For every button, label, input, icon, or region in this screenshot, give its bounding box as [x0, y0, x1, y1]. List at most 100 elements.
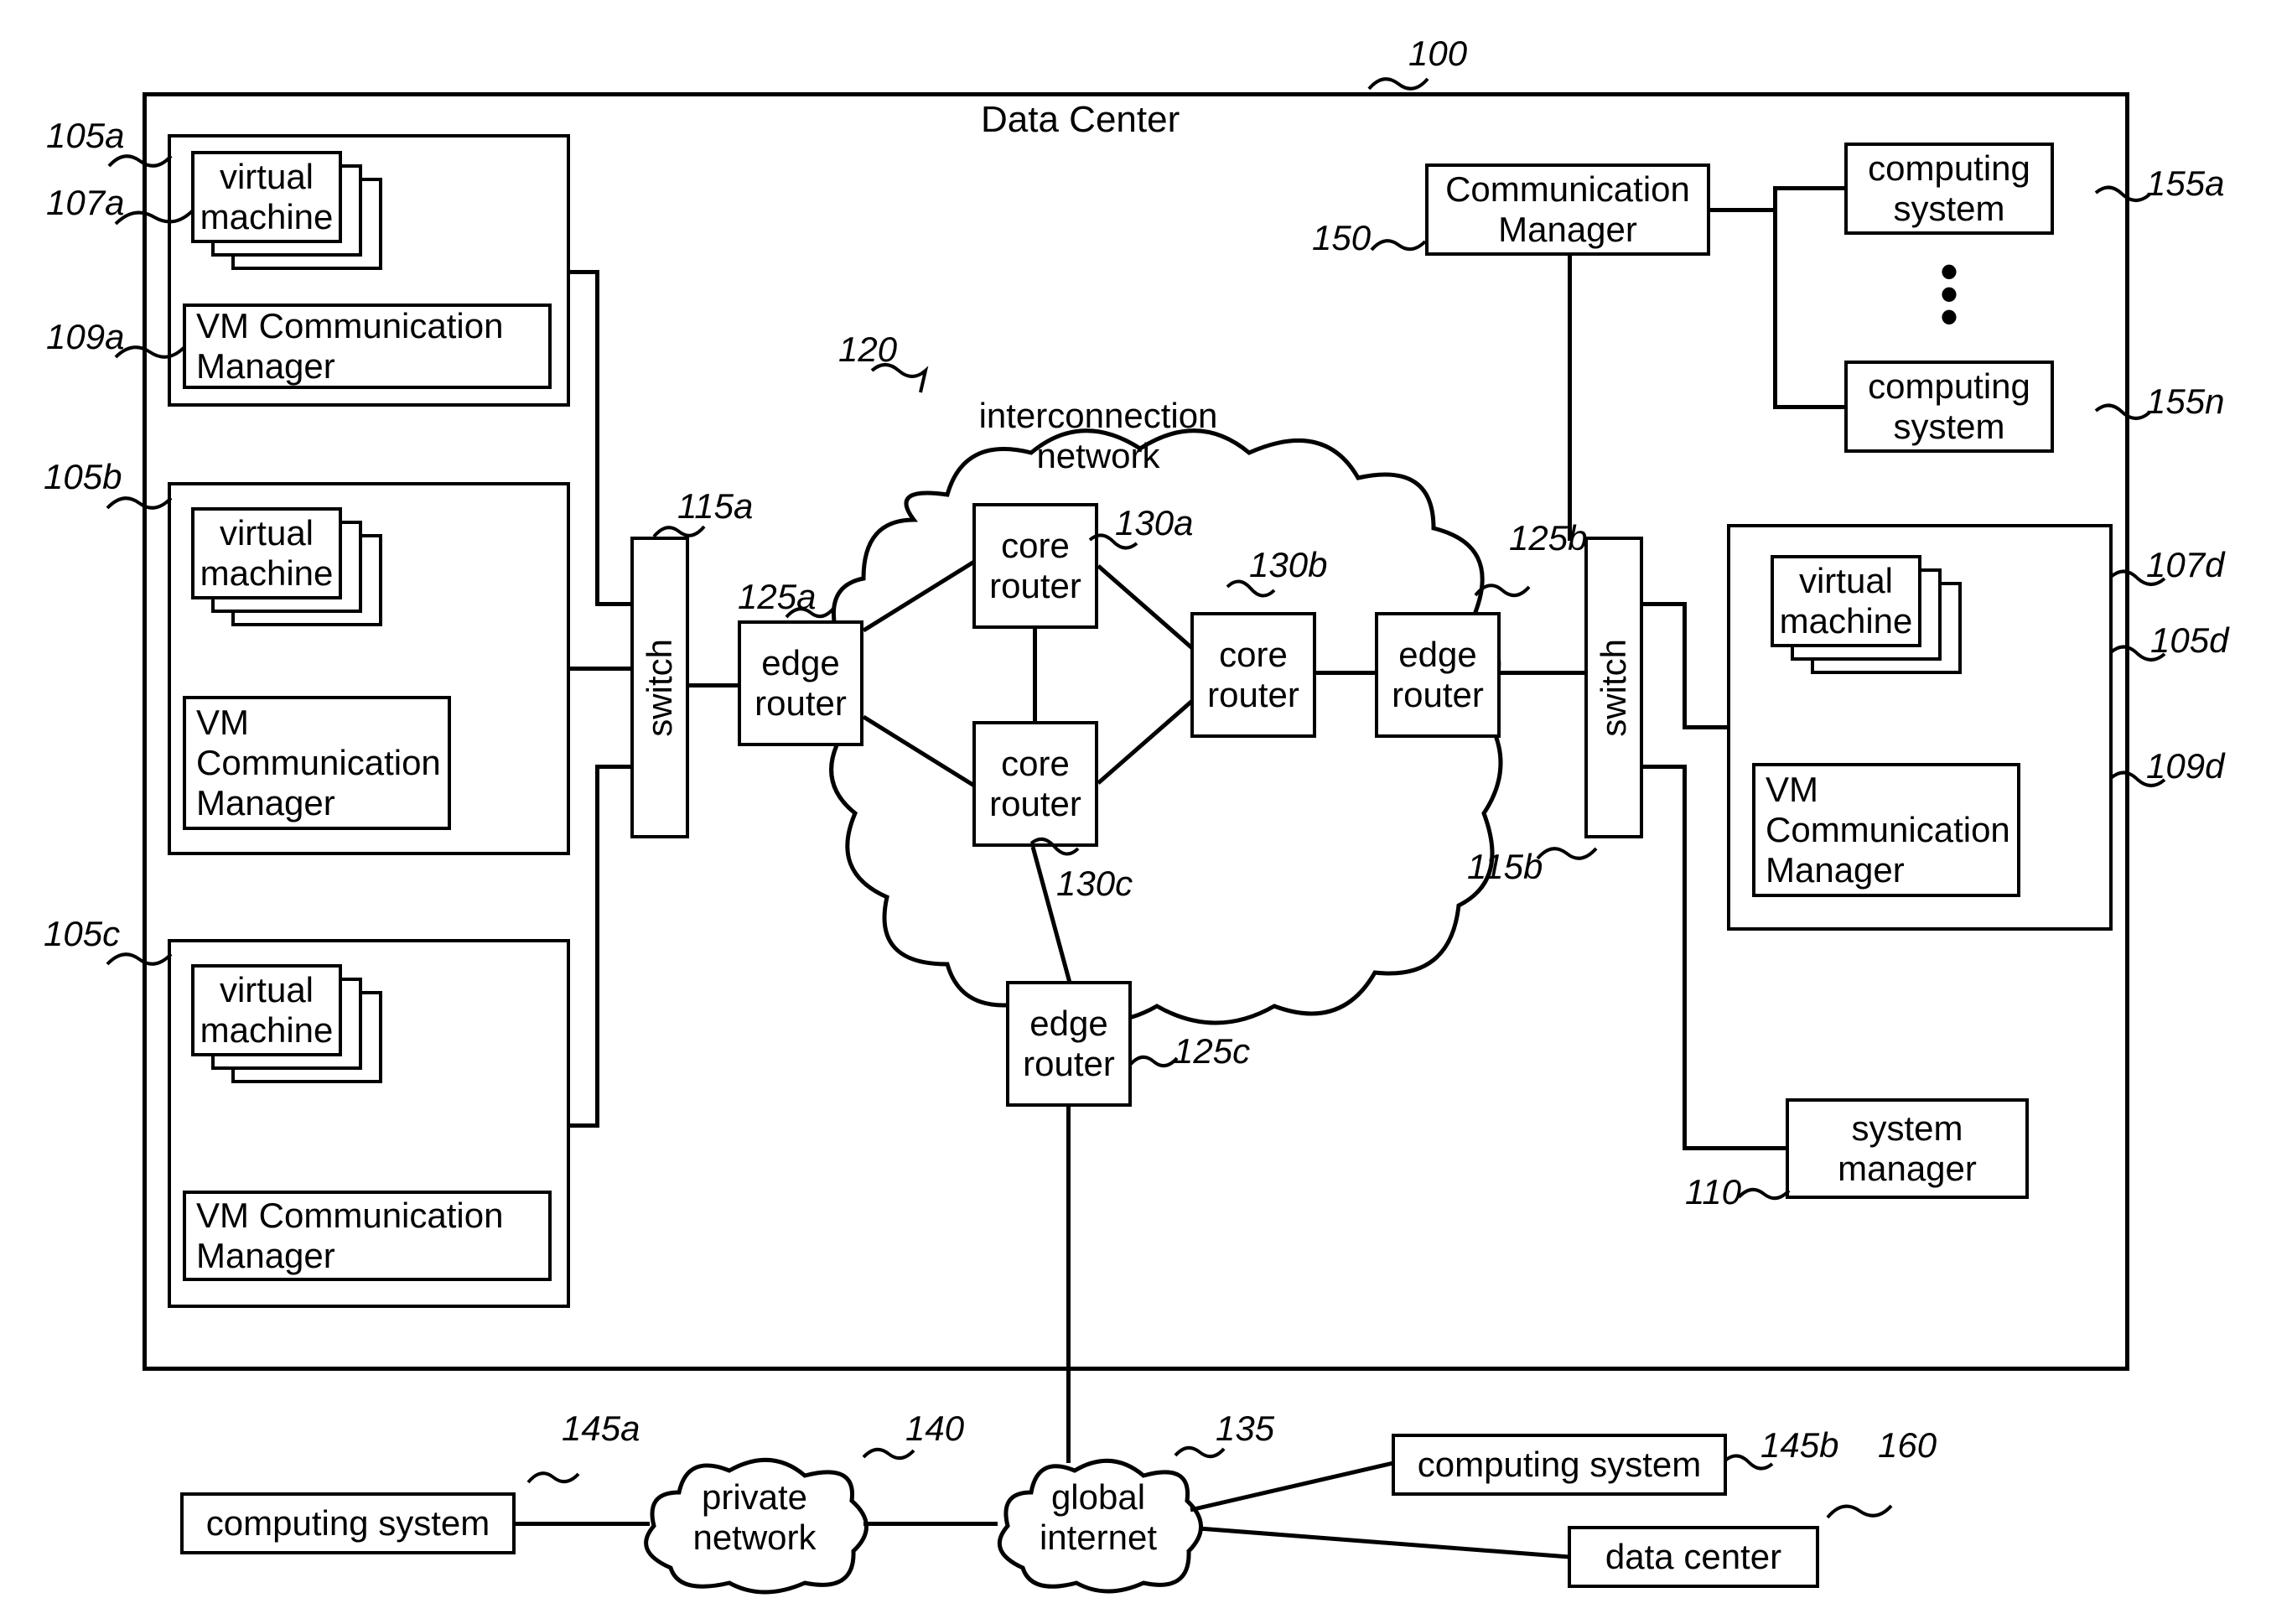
communication-manager-150: Communication Manager — [1425, 163, 1710, 256]
connector — [595, 765, 630, 769]
tilde-150 — [1372, 235, 1425, 258]
connector — [595, 765, 599, 1127]
ref-125b: 125b — [1509, 518, 1587, 558]
connector — [1773, 186, 1847, 190]
tilde-105a — [109, 149, 171, 176]
connector — [1033, 629, 1037, 723]
vm-comm-mgr-105b: VM Communication Manager — [183, 696, 451, 830]
private-network-label: private network — [671, 1476, 838, 1559]
diagram-stage: Data Center 100 virtual machine VM Commu… — [0, 0, 2292, 1624]
ref-115a: 115a — [677, 486, 753, 527]
ref-115b: 115b — [1467, 847, 1543, 887]
tilde-125a — [786, 604, 833, 625]
tilde-120 — [872, 364, 926, 397]
virtual-machine-105c: virtual machine — [191, 964, 342, 1056]
ref-107a: 107a — [46, 183, 124, 223]
ref-135: 135 — [1216, 1409, 1274, 1449]
tilde-115a — [654, 521, 704, 545]
tilde-125c — [1130, 1050, 1177, 1073]
tilde-115b — [1538, 838, 1596, 867]
connector — [1643, 602, 1687, 606]
tilde-160 — [1828, 1459, 1891, 1526]
connector — [1033, 847, 1070, 983]
ref-155a: 155a — [2146, 163, 2224, 204]
connector — [1316, 671, 1377, 675]
connector — [863, 1522, 998, 1526]
connector — [863, 717, 974, 786]
switch-115b-label: switch — [1594, 639, 1634, 737]
switch-115a: switch — [630, 537, 689, 838]
tilde-105b — [107, 491, 171, 518]
connector — [1683, 765, 1687, 1150]
connector — [1773, 405, 1847, 409]
tilde-145a — [528, 1442, 578, 1492]
switch-115b: switch — [1584, 537, 1643, 838]
connector — [1643, 765, 1687, 769]
vm-comm-mgr-109a: VM Communication Manager — [183, 304, 552, 389]
tilde-105d — [2111, 646, 2165, 669]
core-router-130c: core router — [972, 721, 1098, 847]
computing-system-145b: computing system — [1392, 1434, 1727, 1496]
connector — [570, 667, 630, 671]
connector — [1098, 566, 1192, 648]
switch-115a-label: switch — [640, 639, 680, 737]
data-center-160: data center — [1568, 1526, 1819, 1588]
connector — [1683, 602, 1687, 729]
tilde-105c — [107, 947, 171, 974]
connector — [1773, 186, 1777, 409]
interconnection-network-label: interconnection network — [964, 394, 1232, 478]
tilde-145b — [1725, 1454, 1772, 1477]
system-manager-110: system manager — [1786, 1098, 2029, 1199]
connector — [1098, 701, 1192, 783]
computing-system-155n: computing system — [1844, 361, 2054, 453]
tilde-125b — [1475, 553, 1529, 607]
connector — [1066, 1107, 1071, 1463]
tilde-107d — [2111, 570, 2165, 594]
data-center-title: Data Center — [981, 99, 1180, 141]
ref-110: 110 — [1685, 1172, 1741, 1212]
ellipsis-icon: ••• — [1932, 260, 1966, 328]
connector — [1190, 1463, 1393, 1510]
ref-100: 100 — [1408, 34, 1467, 74]
tilde-155n — [2096, 404, 2149, 428]
connector — [1568, 256, 1572, 541]
edge-router-125b: edge router — [1375, 612, 1501, 738]
connector — [1501, 671, 1586, 675]
connector — [1710, 208, 1777, 212]
computing-system-155a: computing system — [1844, 143, 2054, 235]
global-internet-label: global internet — [1019, 1476, 1178, 1559]
connector — [863, 562, 974, 630]
tilde-155a — [2096, 186, 2149, 210]
tilde-130b — [1227, 580, 1274, 614]
connector — [1683, 725, 1729, 729]
ref-150: 150 — [1312, 218, 1371, 258]
tilde-110 — [1739, 1182, 1789, 1206]
ref-155n: 155n — [2146, 381, 2224, 422]
ref-125c: 125c — [1174, 1031, 1250, 1071]
ref-109a: 109a — [46, 317, 124, 357]
tilde-109a — [116, 340, 184, 367]
tilde-100 — [1369, 74, 1428, 99]
tilde-140 — [863, 1440, 914, 1466]
computing-system-145a: computing system — [180, 1492, 516, 1554]
connector — [595, 270, 599, 605]
virtual-machine-107d: virtual machine — [1771, 555, 1921, 647]
core-router-130a: core router — [972, 503, 1098, 629]
tilde-109d — [2111, 771, 2165, 795]
connector — [1199, 1528, 1569, 1557]
core-router-130b: core router — [1190, 612, 1316, 738]
ref-130b: 130b — [1249, 545, 1327, 585]
vm-comm-mgr-109d: VM Communication Manager — [1752, 763, 2020, 897]
edge-router-125c: edge router — [1006, 981, 1132, 1107]
connector — [595, 602, 630, 606]
edge-router-125a: edge router — [738, 620, 863, 746]
virtual-machine-105b: virtual machine — [191, 507, 342, 599]
connector — [516, 1522, 650, 1526]
tilde-130a — [1090, 535, 1137, 557]
tilde-107a — [116, 205, 193, 234]
tilde-135 — [1175, 1440, 1224, 1464]
connector — [1683, 1146, 1787, 1150]
ref-140: 140 — [905, 1409, 964, 1449]
virtual-machine-107a: virtual machine — [191, 151, 342, 243]
connector — [689, 683, 738, 687]
